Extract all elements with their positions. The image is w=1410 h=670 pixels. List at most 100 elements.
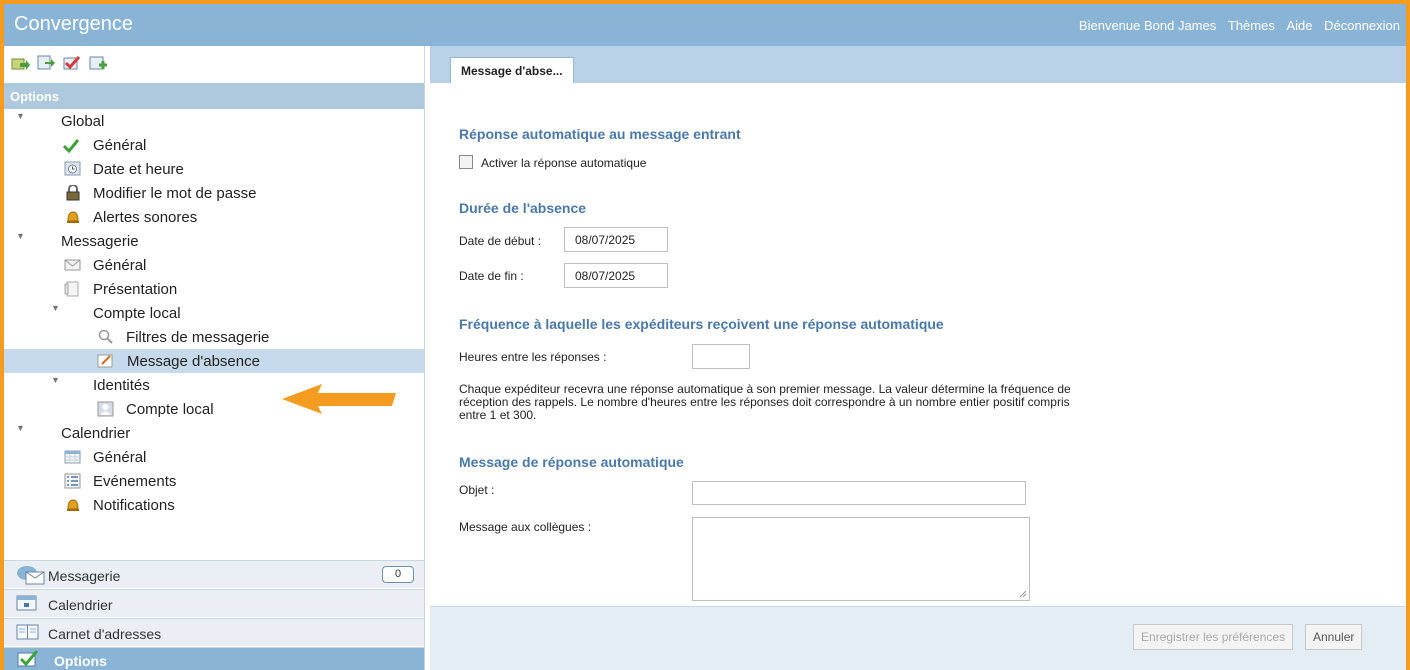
tree-label: Notifications <box>93 497 175 514</box>
checkmark-icon <box>62 137 80 154</box>
tree-label: Calendrier <box>61 425 131 442</box>
enable-auto-reply-label: Activer la réponse automatique <box>481 156 647 170</box>
list-icon <box>64 473 82 489</box>
nav-label: Calendrier <box>48 597 113 613</box>
content-panel: Message d'abse... Réponse automatique au… <box>430 46 1406 670</box>
bell-icon <box>64 497 82 513</box>
caret-down-icon[interactable]: ▼ <box>16 111 26 121</box>
add-icon[interactable] <box>88 54 108 72</box>
magnifier-icon <box>97 329 115 345</box>
note-edit-icon <box>97 353 115 369</box>
tree-label: Filtres de messagerie <box>126 329 270 346</box>
resize-grip-icon[interactable] <box>1019 590 1027 598</box>
import-icon[interactable] <box>10 54 30 72</box>
tree-label: Messagerie <box>61 233 139 250</box>
section-title-auto-reply: Réponse automatique au message entrant <box>459 126 741 142</box>
nav-label: Options <box>54 653 107 669</box>
nav-label: Messagerie <box>48 568 121 584</box>
caret-down-icon[interactable]: ▼ <box>51 375 61 385</box>
address-book-icon <box>16 623 40 644</box>
unread-count-badge: 0 <box>382 566 414 583</box>
options-header: Options <box>4 83 424 109</box>
envelope-icon <box>64 257 82 273</box>
tree-item-global-general[interactable]: Général <box>4 133 424 157</box>
tree-label: Compte local <box>93 305 181 322</box>
nav-messagerie[interactable]: Messagerie 0 <box>4 560 424 588</box>
tree-label: Evénements <box>93 473 177 490</box>
tree-node-calendrier[interactable]: ▼ Calendrier <box>4 421 424 445</box>
app-frame: Convergence Bienvenue Bond James Thèmes … <box>4 4 1406 670</box>
tree-item-message-absence[interactable]: Message d'absence <box>4 349 424 373</box>
tree-node-compte-local[interactable]: ▼ Compte local <box>4 301 424 325</box>
tree-label: Général <box>93 137 147 154</box>
tree-item-date-heure[interactable]: Date et heure <box>4 157 424 181</box>
form-footer: Enregistrer les préférences Annuler <box>430 606 1406 670</box>
options-toolbar <box>10 54 108 76</box>
lock-icon <box>64 184 82 201</box>
user-card-icon <box>97 401 115 417</box>
export-icon[interactable] <box>36 54 56 72</box>
save-preferences-button[interactable]: Enregistrer les préférences <box>1133 624 1294 650</box>
subject-input[interactable] <box>692 481 1026 505</box>
welcome-text: Bienvenue Bond James <box>1078 18 1217 33</box>
nav-carnet-adresses[interactable]: Carnet d'adresses <box>4 618 424 646</box>
tab-message-absence[interactable]: Message d'abse... <box>450 57 574 83</box>
message-label: Message aux collègues : <box>459 520 592 534</box>
tree-label: Général <box>93 257 147 274</box>
calendar-icon <box>64 449 82 465</box>
tree-label: Modifier le mot de passe <box>93 185 257 202</box>
tab-bar: Message d'abse... <box>430 46 1406 83</box>
top-links: Bienvenue Bond James Thèmes Aide Déconne… <box>1071 18 1400 33</box>
tree-label: Identités <box>93 377 150 394</box>
tree-item-presentation[interactable]: Présentation <box>4 277 424 301</box>
help-link[interactable]: Aide <box>1286 18 1312 33</box>
tree-item-filtres[interactable]: Filtres de messagerie <box>4 325 424 349</box>
end-date-input[interactable]: 08/07/2025 <box>564 263 668 288</box>
caret-down-icon[interactable]: ▼ <box>16 423 26 433</box>
chat-mail-icon <box>16 565 46 588</box>
tree-node-messagerie[interactable]: ▼ Messagerie <box>4 229 424 253</box>
tree-label: Présentation <box>93 281 178 298</box>
nav-label: Carnet d'adresses <box>48 626 162 642</box>
tree-label: Global <box>61 113 105 130</box>
message-textarea[interactable] <box>692 517 1030 601</box>
tree-item-evenements[interactable]: Evénements <box>4 469 424 493</box>
calendar-icon <box>16 594 38 615</box>
enable-auto-reply-checkbox[interactable] <box>459 155 473 169</box>
nav-calendrier[interactable]: Calendrier <box>4 589 424 617</box>
clock-icon <box>64 161 82 177</box>
section-title-auto-message: Message de réponse automatique <box>459 454 684 470</box>
start-date-label: Date de début : <box>459 234 542 248</box>
checkbox-check-icon <box>16 650 40 670</box>
caret-down-icon[interactable]: ▼ <box>51 303 61 313</box>
tree-item-messagerie-general[interactable]: Général <box>4 253 424 277</box>
hours-between-input[interactable] <box>692 344 750 369</box>
subject-label: Objet : <box>459 483 495 497</box>
tree-item-password[interactable]: Modifier le mot de passe <box>4 181 424 205</box>
tree-item-alertes[interactable]: Alertes sonores <box>4 205 424 229</box>
tree-item-calendrier-general[interactable]: Général <box>4 445 424 469</box>
tree-item-notifications[interactable]: Notifications <box>4 493 424 517</box>
section-title-frequency: Fréquence à laquelle les expéditeurs reç… <box>459 316 944 332</box>
nav-options[interactable]: Options <box>4 647 424 670</box>
tree-label: Alertes sonores <box>93 209 198 226</box>
edit-icon[interactable] <box>62 54 82 72</box>
tree-label: Général <box>93 449 147 466</box>
section-title-duration: Durée de l'absence <box>459 200 587 216</box>
tree-label: Date et heure <box>93 161 184 178</box>
start-date-input[interactable]: 08/07/2025 <box>564 227 668 252</box>
hours-between-label: Heures entre les réponses : <box>459 350 607 364</box>
annotation-arrow-icon <box>282 384 396 414</box>
frequency-help-text: Chaque expéditeur recevra une réponse au… <box>459 382 1071 422</box>
logout-link[interactable]: Déconnexion <box>1324 18 1400 33</box>
cancel-button[interactable]: Annuler <box>1305 624 1363 650</box>
caret-down-icon[interactable]: ▼ <box>16 231 26 241</box>
themes-link[interactable]: Thèmes <box>1228 18 1275 33</box>
tree-label: Message d'absence <box>127 353 260 370</box>
tree-node-global[interactable]: ▼ Global <box>4 109 424 133</box>
tree-label: Compte local <box>126 401 214 418</box>
left-panel: Options ▼ Global Général Date et heure M… <box>4 46 425 670</box>
end-date-label: Date de fin : <box>459 269 524 283</box>
document-icon <box>64 281 82 297</box>
bell-icon <box>64 209 82 225</box>
